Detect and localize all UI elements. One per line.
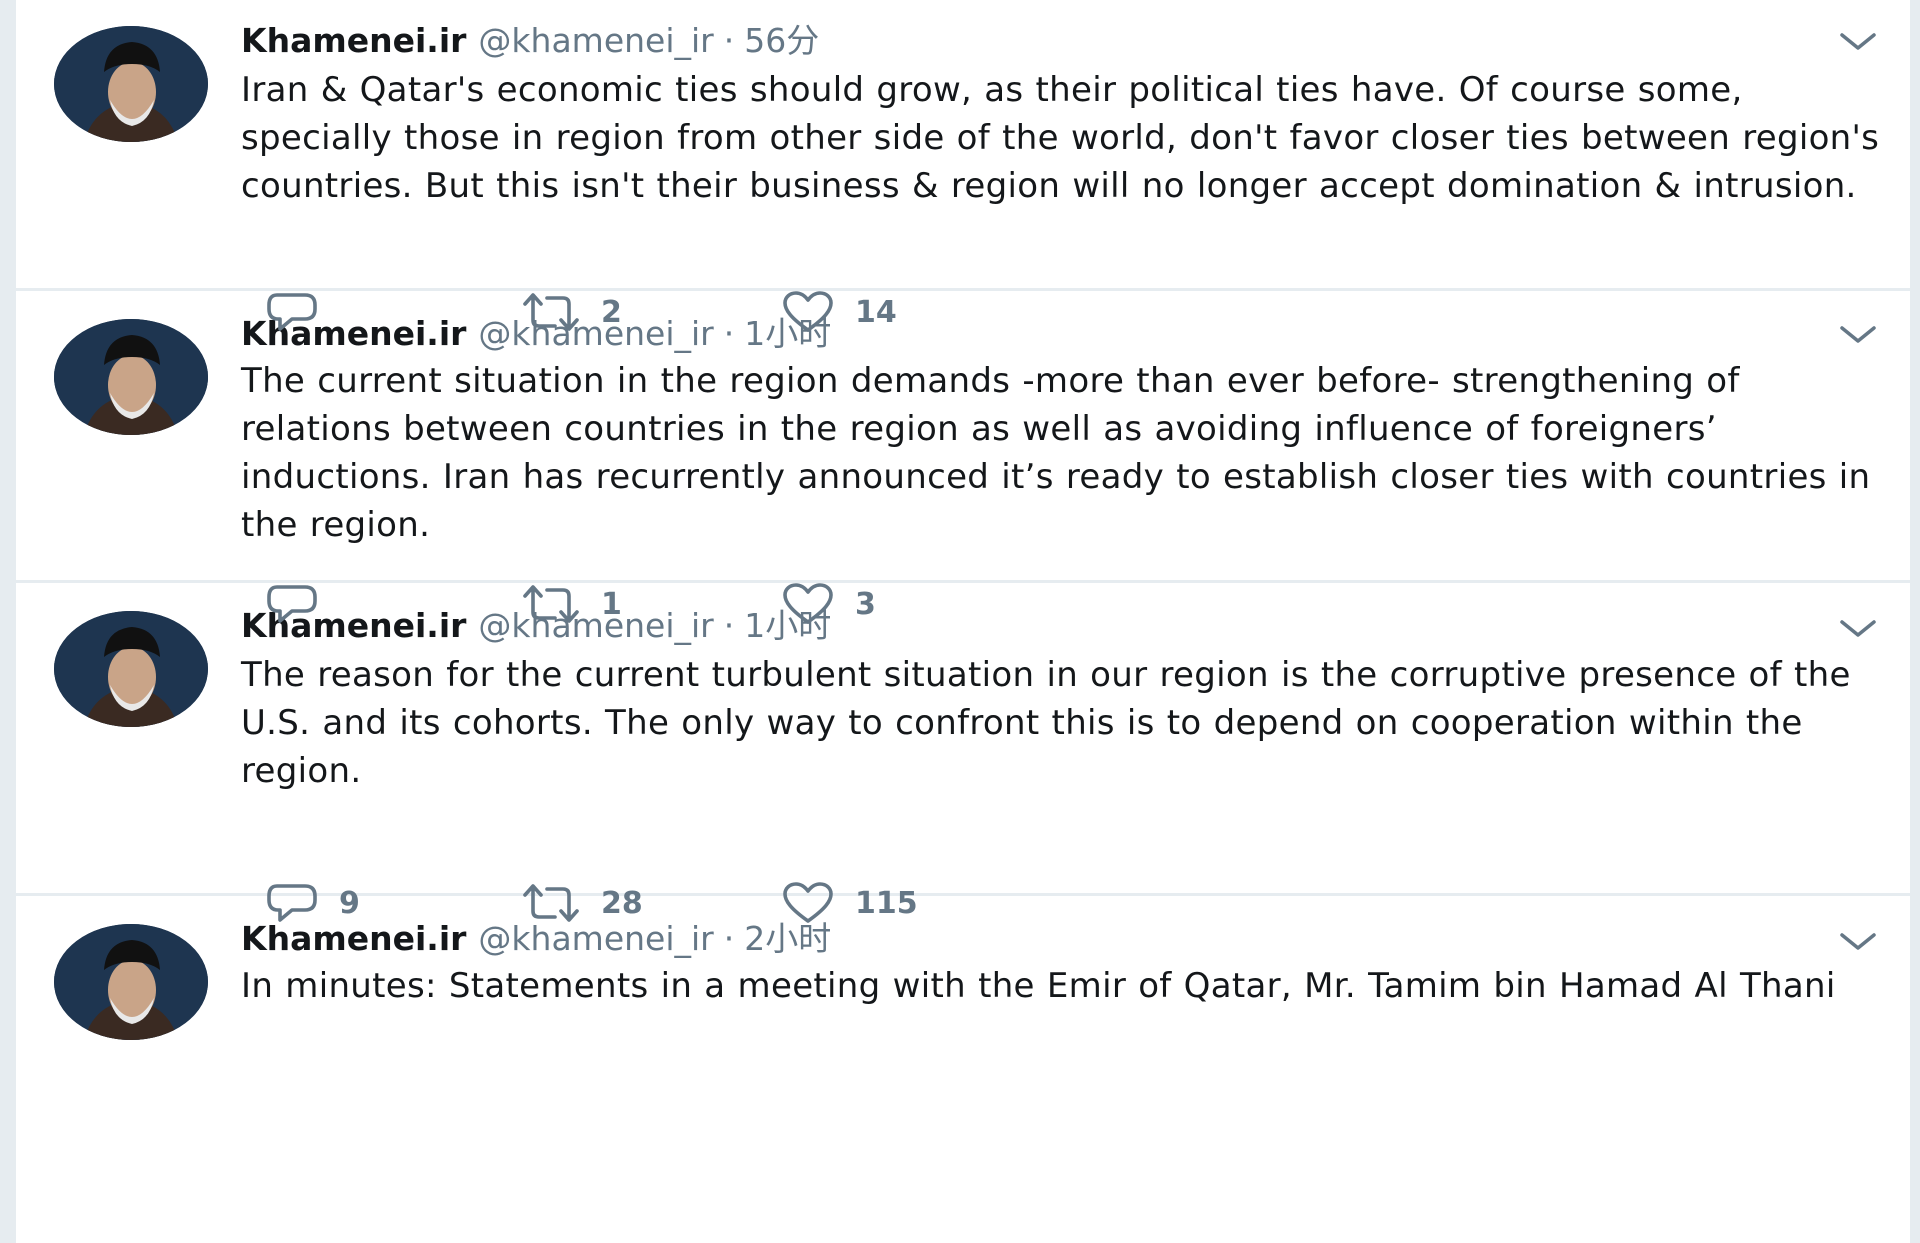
retweet-icon — [523, 585, 579, 623]
timestamp[interactable]: 56分 — [744, 21, 819, 60]
reply-button[interactable] — [265, 579, 339, 629]
like-button[interactable]: 14 — [781, 287, 897, 337]
retweet-icon — [523, 884, 579, 922]
retweet-count: 2 — [601, 294, 622, 330]
reply-count: 9 — [339, 885, 360, 921]
tweet[interactable]: Khamenei.ir @khamenei_ir · 56分 Iran & Qatar… — [16, 0, 1910, 291]
avatar[interactable] — [54, 611, 208, 727]
user-handle[interactable]: @khamenei_ir — [478, 21, 713, 60]
tweet-text: Iran & Qatar's economic ties should grow… — [241, 70, 1880, 206]
heart-icon — [783, 583, 833, 624]
tweet-text: In minutes: Statements in a meeting with… — [241, 966, 1836, 1006]
reply-icon — [267, 293, 317, 331]
heart-icon — [783, 882, 833, 923]
tweet-actions: 2 14 — [241, 287, 1141, 337]
reply-button[interactable] — [265, 287, 339, 337]
tweet-header: Khamenei.ir @khamenei_ir · 56分 — [241, 18, 819, 64]
retweet-button[interactable]: 1 — [521, 579, 622, 629]
reply-icon — [267, 884, 317, 922]
tweet[interactable]: Khamenei.ir @khamenei_ir · 1小时 The reason f… — [16, 583, 1910, 896]
retweet-button[interactable]: 28 — [521, 878, 643, 928]
like-count: 115 — [855, 885, 918, 921]
like-button[interactable]: 115 — [781, 878, 918, 928]
retweet-count: 28 — [601, 885, 643, 921]
chevron-down-icon[interactable] — [1838, 617, 1878, 641]
retweet-count: 1 — [601, 586, 622, 622]
tweet-text: The reason for the current turbulent sit… — [241, 655, 1851, 791]
reply-button[interactable]: 9 — [265, 878, 360, 928]
separator: · — [723, 21, 735, 60]
avatar[interactable] — [54, 26, 208, 142]
retweet-icon — [523, 293, 579, 331]
display-name[interactable]: Khamenei.ir — [241, 21, 466, 60]
chevron-down-icon[interactable] — [1838, 323, 1878, 347]
retweet-button[interactable]: 2 — [521, 287, 622, 337]
tweet-actions: 9 28 115 — [241, 878, 1141, 928]
like-button[interactable]: 3 — [781, 579, 876, 629]
heart-icon — [783, 291, 833, 332]
chevron-down-icon[interactable] — [1838, 930, 1878, 954]
tweet-text: The current situation in the region dema… — [241, 361, 1871, 545]
tweet[interactable]: Khamenei.ir @khamenei_ir · 2小时 In minutes: … — [16, 896, 1910, 1243]
chevron-down-icon[interactable] — [1838, 30, 1878, 54]
reply-icon — [267, 585, 317, 623]
like-count: 14 — [855, 294, 897, 330]
like-count: 3 — [855, 586, 876, 622]
avatar[interactable] — [54, 924, 208, 1040]
avatar[interactable] — [54, 319, 208, 435]
tweet-actions: 13 — [241, 579, 1141, 629]
